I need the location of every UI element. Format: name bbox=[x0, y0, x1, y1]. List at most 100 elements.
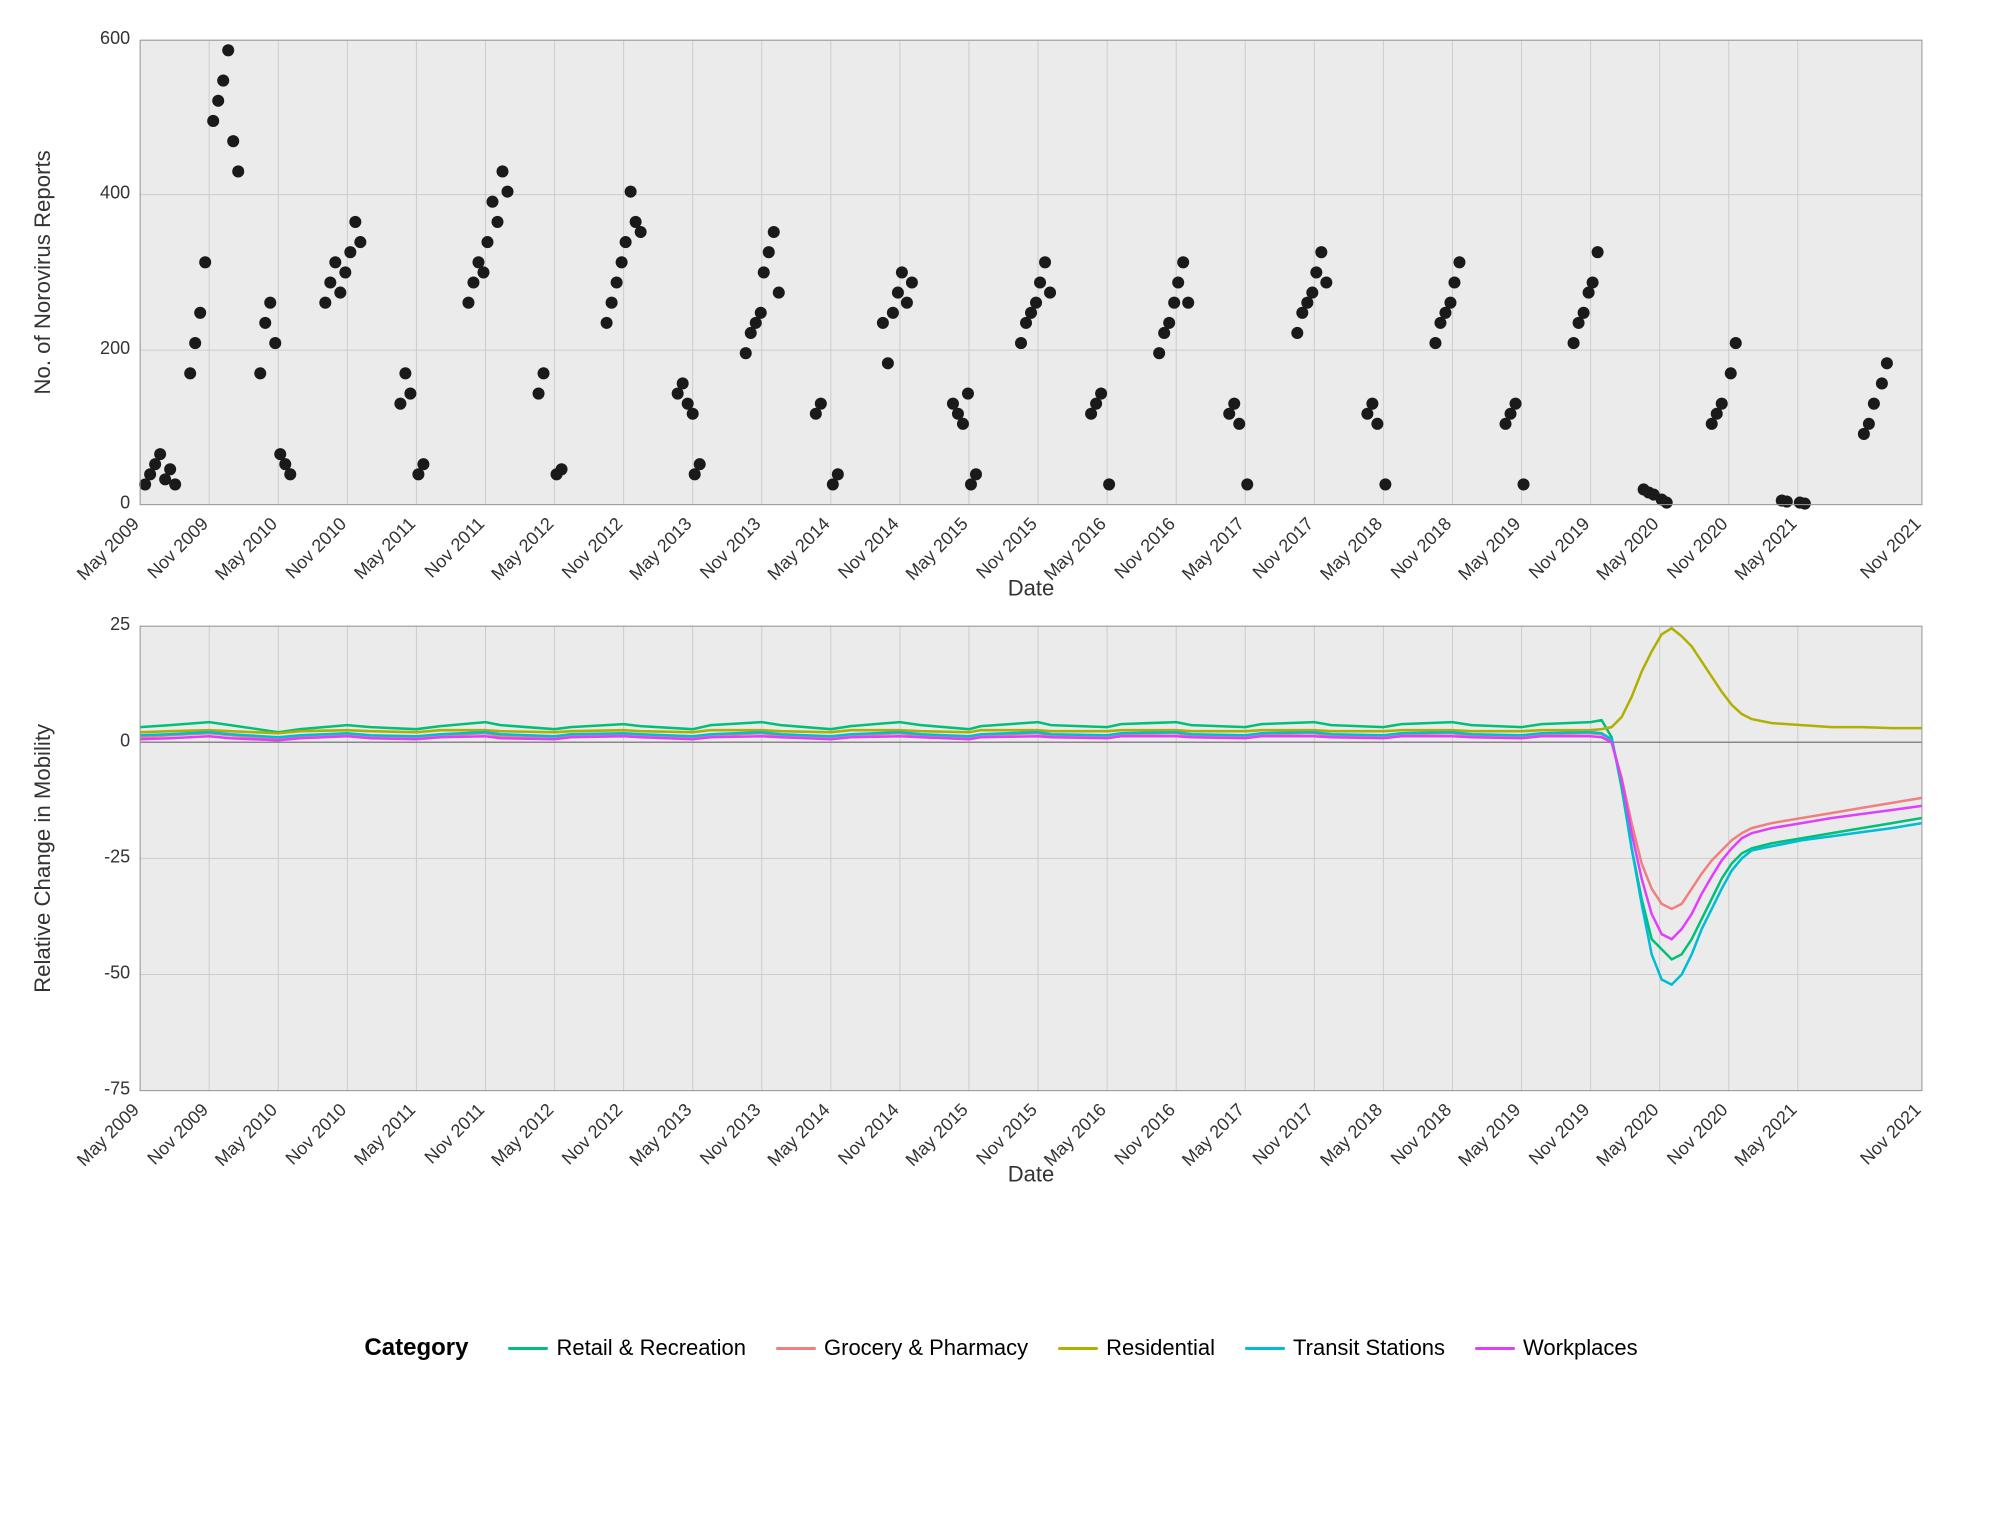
svg-text:May 2013: May 2013 bbox=[626, 1099, 696, 1170]
grocery-pharmacy-legend-line bbox=[776, 1347, 816, 1350]
scatter-dot bbox=[611, 276, 623, 288]
scatter-dot bbox=[882, 357, 894, 369]
scatter-dot bbox=[1868, 398, 1880, 410]
scatter-dot bbox=[906, 276, 918, 288]
legend-item-residential: Residential bbox=[1058, 1335, 1215, 1361]
svg-text:May 2018: May 2018 bbox=[1316, 1099, 1386, 1170]
bottom-x-axis-label: Date bbox=[1008, 1161, 1055, 1186]
scatter-dot bbox=[404, 388, 416, 400]
scatter-dot bbox=[491, 216, 503, 228]
svg-text:Nov 2009: Nov 2009 bbox=[143, 1099, 212, 1168]
scatter-dot bbox=[222, 44, 234, 56]
x-tick-nov2014: Nov 2014 bbox=[834, 513, 903, 582]
scatter-dot bbox=[319, 297, 331, 309]
scatter-dot bbox=[755, 307, 767, 319]
scatter-dot bbox=[1881, 357, 1893, 369]
svg-text:Nov 2010: Nov 2010 bbox=[282, 1099, 351, 1168]
top-plot-bg bbox=[140, 40, 1922, 504]
x-tick-nov2012: Nov 2012 bbox=[558, 513, 627, 582]
scatter-dot bbox=[232, 165, 244, 177]
scatter-dot bbox=[694, 458, 706, 470]
scatter-dot bbox=[486, 196, 498, 208]
x-tick-nov2010: Nov 2010 bbox=[282, 513, 351, 582]
top-x-axis-label: Date bbox=[1008, 575, 1055, 600]
svg-text:May 2020: May 2020 bbox=[1592, 1099, 1662, 1170]
y-tick-400: 400 bbox=[100, 183, 130, 203]
svg-text:Nov 2015: Nov 2015 bbox=[972, 1099, 1041, 1168]
svg-text:May 2015: May 2015 bbox=[902, 1099, 972, 1170]
scatter-dot bbox=[1730, 337, 1742, 349]
x-tick-may2019: May 2019 bbox=[1454, 513, 1524, 584]
scatter-dot bbox=[344, 246, 356, 258]
scatter-dot bbox=[556, 463, 568, 475]
x-tick-nov2017: Nov 2017 bbox=[1249, 513, 1318, 582]
scatter-dot bbox=[1448, 276, 1460, 288]
bottom-y-axis-label: Relative Change in Mobility bbox=[30, 723, 55, 993]
scatter-dot bbox=[1661, 497, 1673, 509]
x-tick-nov2009: Nov 2009 bbox=[143, 513, 212, 582]
scatter-dot bbox=[635, 226, 647, 238]
retail-recreation-legend-label: Retail & Recreation bbox=[556, 1335, 746, 1361]
scatter-dot bbox=[1228, 398, 1240, 410]
svg-text:May 2009: May 2009 bbox=[73, 1099, 143, 1170]
bottom-y-tick-n75: -75 bbox=[104, 1078, 130, 1098]
scatter-dot bbox=[184, 367, 196, 379]
scatter-dot bbox=[1518, 478, 1530, 490]
scatter-dot bbox=[1291, 327, 1303, 339]
svg-text:May 2012: May 2012 bbox=[487, 1099, 557, 1170]
scatter-dot bbox=[957, 418, 969, 430]
svg-text:May 2010: May 2010 bbox=[211, 1099, 281, 1170]
top-chart-svg: 0 200 400 600 No. of Norovirus Reports M… bbox=[20, 20, 1982, 606]
x-tick-may2016: May 2016 bbox=[1040, 513, 1110, 584]
x-tick-nov2019: Nov 2019 bbox=[1525, 513, 1594, 582]
scatter-dot bbox=[606, 297, 618, 309]
x-tick-nov2011: Nov 2011 bbox=[421, 513, 489, 581]
scatter-dot bbox=[217, 75, 229, 87]
x-tick-nov2021: Nov 2021 bbox=[1856, 513, 1925, 582]
transit-stations-legend-line bbox=[1245, 1347, 1285, 1350]
bottom-y-tick-n25: -25 bbox=[104, 846, 130, 866]
scatter-dot bbox=[1153, 347, 1165, 359]
scatter-dot bbox=[616, 256, 628, 268]
legend-item-transit: Transit Stations bbox=[1245, 1335, 1445, 1361]
scatter-dot bbox=[154, 448, 166, 460]
scatter-dot bbox=[962, 388, 974, 400]
x-tick-nov2016: Nov 2016 bbox=[1110, 513, 1179, 582]
scatter-dot bbox=[1103, 478, 1115, 490]
scatter-dot bbox=[1876, 377, 1888, 389]
scatter-dot bbox=[1172, 276, 1184, 288]
bottom-y-tick-25: 25 bbox=[110, 614, 130, 634]
bottom-y-tick-0: 0 bbox=[120, 730, 130, 750]
scatter-dot bbox=[1306, 287, 1318, 299]
legend-container: Category Retail & Recreation Grocery & P… bbox=[364, 1334, 1637, 1362]
scatter-dot bbox=[1039, 256, 1051, 268]
scatter-dot bbox=[477, 266, 489, 278]
workplaces-legend-label: Workplaces bbox=[1523, 1335, 1638, 1361]
scatter-dot bbox=[254, 367, 266, 379]
scatter-dot bbox=[1233, 418, 1245, 430]
scatter-dot bbox=[758, 266, 770, 278]
scatter-dot bbox=[887, 307, 899, 319]
scatter-dot bbox=[815, 398, 827, 410]
svg-text:Nov 2012: Nov 2012 bbox=[558, 1099, 627, 1168]
scatter-dot bbox=[264, 297, 276, 309]
scatter-dot bbox=[773, 287, 785, 299]
scatter-dot bbox=[877, 317, 889, 329]
scatter-dot bbox=[354, 236, 366, 248]
scatter-dot bbox=[1863, 418, 1875, 430]
bottom-chart-svg: -75 -50 -25 0 25 Relative Change in Mobi… bbox=[20, 606, 1982, 1192]
scatter-dot bbox=[1366, 398, 1378, 410]
scatter-dot bbox=[1725, 367, 1737, 379]
scatter-dot bbox=[207, 115, 219, 127]
y-tick-600: 600 bbox=[100, 28, 130, 48]
scatter-dot bbox=[1095, 388, 1107, 400]
legend-item-workplaces: Workplaces bbox=[1475, 1335, 1638, 1361]
scatter-dot bbox=[324, 276, 336, 288]
scatter-dot bbox=[1578, 307, 1590, 319]
svg-text:May 2019: May 2019 bbox=[1454, 1099, 1524, 1170]
main-container: 0 200 400 600 No. of Norovirus Reports M… bbox=[0, 0, 2002, 1515]
scatter-dot bbox=[601, 317, 613, 329]
scatter-dot bbox=[533, 388, 545, 400]
scatter-dot bbox=[832, 468, 844, 480]
scatter-dot bbox=[763, 246, 775, 258]
